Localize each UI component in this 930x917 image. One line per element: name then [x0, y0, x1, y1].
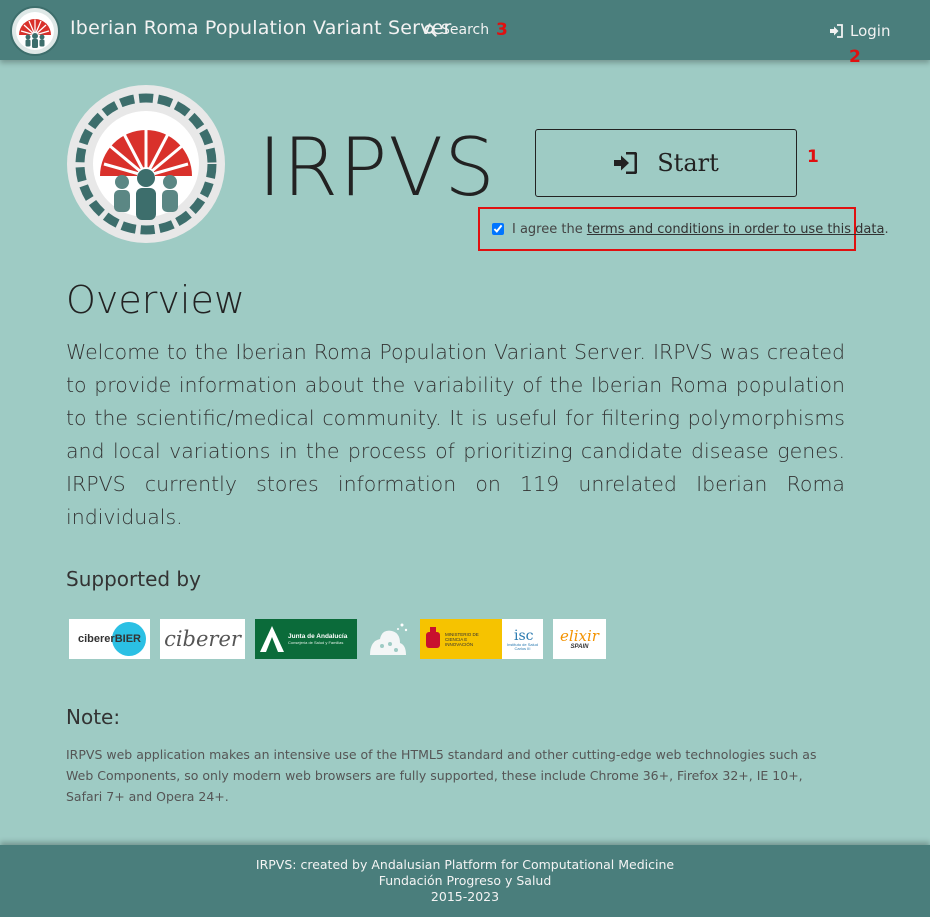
brand-title: IRPVS — [258, 121, 496, 214]
elixir-label: elixir — [560, 627, 599, 645]
terms-agreement: I agree the terms and conditions in orde… — [478, 207, 889, 251]
junta-sublabel: Consejería de Salud y Familias — [288, 640, 344, 645]
isciii-panel: isc Instituto de Salud Carlos III — [502, 619, 543, 659]
note-paragraph: IRPVS web application makes an intensive… — [66, 747, 817, 804]
annotation-marker-3: 3 — [496, 20, 508, 40]
start-button[interactable]: Start — [535, 129, 797, 197]
terms-checkbox[interactable] — [492, 223, 504, 235]
supported-by-heading: Supported by — [66, 567, 201, 591]
ciberer-logo[interactable]: ciberer — [160, 619, 245, 659]
progreso-salud-icon — [369, 623, 407, 655]
footer: IRPVS: created by Andalusian Platform fo… — [0, 845, 930, 917]
sign-in-icon — [830, 24, 843, 38]
ciberer-bier-logo[interactable]: cibererBIER — [69, 619, 150, 659]
terms-text: I agree the terms and conditions in orde… — [512, 222, 889, 237]
fps-logo[interactable] — [365, 619, 410, 659]
note-heading: Note: — [66, 705, 121, 729]
site-title[interactable]: Iberian Roma Population Variant Server — [70, 17, 452, 39]
terms-suffix: . — [884, 221, 889, 237]
isciii-icon: isc — [514, 628, 533, 643]
footer-organization: Fundación Progreso y Salud — [378, 873, 552, 888]
isciii-label: Instituto de Salud Carlos III — [507, 641, 538, 651]
ministerio-isciii-logo[interactable]: MINISTERIO DE CIENCIA E INNOVACIÓN isc I… — [420, 619, 543, 659]
junta-andalucia-logo[interactable]: Junta de Andalucía Consejería de Salud y… — [255, 619, 357, 659]
svg-text:isc: isc — [514, 628, 533, 643]
login-link[interactable]: Login — [829, 22, 890, 40]
footer-credit: IRPVS: created by Andalusian Platform fo… — [255, 857, 675, 872]
login-label: Login — [850, 22, 891, 40]
irpvs-logo-icon — [67, 85, 225, 243]
junta-label: Junta de Andalucía — [288, 633, 348, 640]
spain-shield-icon — [426, 627, 440, 648]
junta-a-icon — [260, 626, 284, 652]
ciberer-bier-label: cibererBIER — [78, 633, 141, 645]
ciberer-label: ciberer — [164, 627, 241, 651]
sign-in-icon — [614, 152, 638, 174]
footer-years: 2015-2023 — [430, 889, 500, 904]
terms-prefix: I agree the — [512, 221, 587, 237]
ministerio-label: MINISTERIO DE CIENCIA E INNOVACIÓN — [445, 631, 479, 647]
start-label: Start — [657, 149, 719, 177]
overview-paragraph: Welcome to the Iberian Roma Population V… — [66, 340, 845, 529]
annotation-marker-1: 1 — [807, 147, 819, 167]
search-link[interactable]: Search — [424, 22, 489, 38]
terms-link[interactable]: terms and conditions in order to use thi… — [587, 222, 885, 237]
elixir-sublabel: SPAIN — [570, 644, 589, 650]
overview-heading: Overview — [66, 278, 245, 322]
search-icon — [424, 23, 437, 37]
annotation-marker-2: 2 — [849, 47, 861, 67]
search-label: Search — [441, 22, 490, 38]
roma-wheel-logo-icon[interactable] — [10, 6, 60, 56]
top-navbar: Iberian Roma Population Variant Server S… — [0, 0, 930, 60]
elixir-logo[interactable]: elixir SPAIN — [553, 619, 606, 659]
ministerio-panel: MINISTERIO DE CIENCIA E INNOVACIÓN — [420, 619, 502, 659]
